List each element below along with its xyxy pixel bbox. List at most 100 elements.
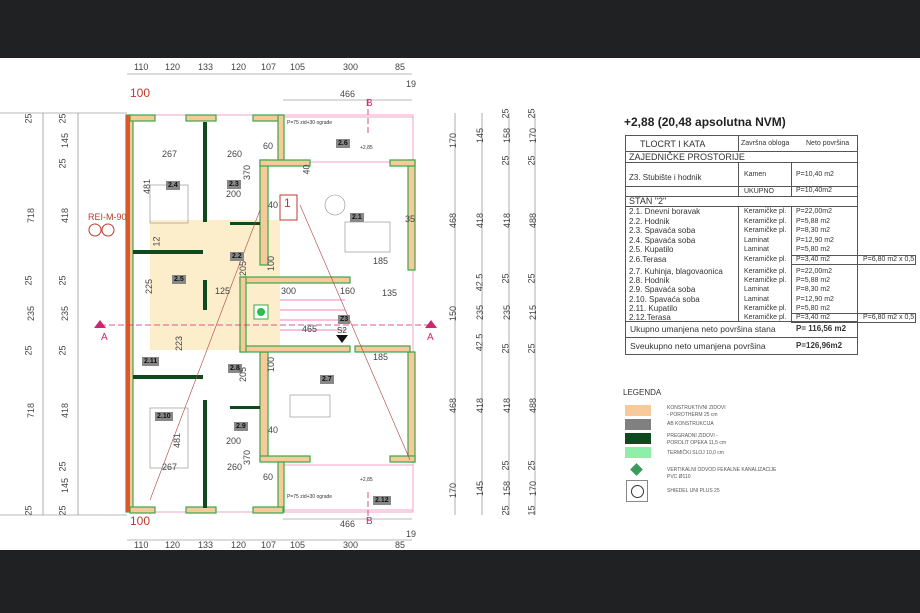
- dim: 718: [26, 207, 37, 224]
- legend-title: LEGENDA: [623, 388, 662, 397]
- top-dim: 300: [343, 62, 359, 72]
- dim-100: 100: [130, 86, 151, 100]
- dim: 235: [502, 304, 513, 321]
- section-b-label: B: [366, 98, 373, 109]
- dim: 418: [60, 207, 71, 224]
- dim: 170: [448, 482, 459, 499]
- legend-label: KONSTRUKTIVNI ZIDOVI - POROTHERM 25 cm: [667, 405, 726, 418]
- area-table: TLOCRT I KATA Završna obloga Neto površi…: [625, 135, 916, 355]
- dim-19: 19: [406, 79, 417, 89]
- row-finish: Laminat: [744, 236, 769, 244]
- dim: 25: [500, 273, 511, 284]
- stair-marker-label: 1: [284, 196, 291, 210]
- row-name: 2.10. Spavaća soba: [629, 294, 700, 304]
- common-total-area: P=10,40m2: [796, 187, 832, 194]
- row-finish: Keramičke pl.: [744, 227, 787, 235]
- row-name: 2.6.Terasa: [629, 255, 667, 264]
- stair-s2-label: S2: [337, 326, 347, 335]
- unit-total-area: P= 116,56 m2: [796, 324, 847, 333]
- dim: 25: [500, 460, 511, 471]
- header-cell: TLOCRT I KATA: [640, 139, 706, 149]
- dim: 145: [60, 477, 71, 494]
- room-tag: 2.7: [320, 375, 334, 384]
- legend-swatch-concrete: [625, 419, 651, 430]
- row-finish: Keramičke pl.: [744, 256, 787, 263]
- dim: 25: [57, 158, 68, 169]
- dim: 42.5: [474, 273, 485, 292]
- row-area: P=12,90 m2: [796, 236, 834, 244]
- dim: 215: [528, 304, 539, 321]
- dim: 185: [373, 352, 389, 362]
- row-name: 2.12.Terasa: [629, 313, 671, 322]
- legend-label: PREGRADNI ZIDOVI -POROLIT OPEKA 11,5 cm: [667, 433, 727, 446]
- dim: 25: [57, 345, 68, 356]
- dim: 25: [23, 275, 34, 286]
- row-name: 2.9. Spavaća soba: [629, 285, 696, 295]
- dim: 468: [448, 212, 459, 229]
- section-a-left-marker: [94, 320, 106, 328]
- grand-total-label: Sveukupno neto umanjena površina: [630, 341, 766, 351]
- row-finish: Keramičke pl.: [744, 277, 787, 285]
- top-dim: 120: [165, 62, 181, 72]
- dim: 267: [162, 149, 178, 159]
- row-area: P=5,80 m2: [796, 304, 831, 312]
- dim: 260: [227, 462, 243, 472]
- dim: 25: [500, 108, 511, 119]
- dim: 160: [340, 286, 356, 296]
- row-finish: Keramičke pl.: [744, 217, 787, 225]
- bottom-dim: 120: [165, 540, 181, 550]
- row-name: 2.8. Hodnik: [629, 276, 670, 286]
- dim: 481: [172, 432, 183, 449]
- bottom-dim: 85: [395, 540, 406, 550]
- dim: 135: [382, 288, 398, 298]
- dim: 100: [266, 255, 277, 272]
- room-tag: 2.4: [166, 181, 180, 190]
- top-dim: 133: [198, 62, 214, 72]
- dim: 267: [162, 462, 178, 472]
- dim: 35: [405, 214, 416, 224]
- room-tag: 2.10: [155, 412, 173, 421]
- dim: 25: [23, 113, 34, 124]
- row-extra: P=6,80 m2 x 0,5: [863, 256, 915, 263]
- room-tag: 2.9: [234, 422, 248, 431]
- terrace-note: P=75 zid+30 ograde: [287, 120, 333, 126]
- dim: 60: [263, 472, 274, 482]
- common-row-area: P=10,40 m2: [796, 171, 834, 178]
- row-name: 2.11. Kupatilo: [629, 303, 678, 313]
- row-area: P=12,90 m2: [796, 295, 834, 303]
- row-finish: Laminat: [744, 246, 769, 254]
- dim: 465: [302, 324, 318, 334]
- dim: 418: [475, 397, 486, 414]
- room-tag: 2.1: [350, 213, 364, 222]
- dim: 418: [60, 402, 71, 419]
- dim: 205: [238, 366, 249, 383]
- dim: 40: [301, 164, 312, 175]
- header-cell: Neto površina: [806, 140, 850, 147]
- dim: 25: [23, 505, 34, 516]
- section-a-label: A: [427, 332, 434, 343]
- row-name: 2.7. Kuhinja, blagovaonica: [629, 267, 723, 276]
- room-tag: 2.11: [142, 357, 160, 366]
- level-label: +2,85: [360, 477, 373, 483]
- room-tag: 2.3: [227, 180, 241, 189]
- terrace-note: P=75 zid+30 ograde: [287, 494, 333, 500]
- dim: 145: [60, 132, 71, 149]
- room-tag: 2.2: [230, 252, 244, 261]
- dim: 60: [263, 141, 274, 151]
- row-finish: Keramičke pl.: [744, 304, 787, 312]
- dim: 25: [57, 461, 68, 472]
- dim: 225: [144, 278, 155, 295]
- grand-total-area: P=126,96m2: [796, 341, 843, 350]
- dim: 100: [266, 356, 277, 373]
- dim: 40: [268, 425, 279, 435]
- room-tag: 2.5: [172, 275, 186, 284]
- dim: 25: [500, 505, 511, 516]
- dim: 145: [475, 480, 486, 497]
- dim: 418: [502, 397, 513, 414]
- legend-swatch-partition: [625, 433, 651, 444]
- top-dim: 105: [290, 62, 306, 72]
- row-finish: Laminat: [744, 295, 769, 303]
- dim: 235: [475, 304, 486, 321]
- bottom-dim: 107: [261, 540, 277, 550]
- stair-arrow-icon: [336, 335, 348, 343]
